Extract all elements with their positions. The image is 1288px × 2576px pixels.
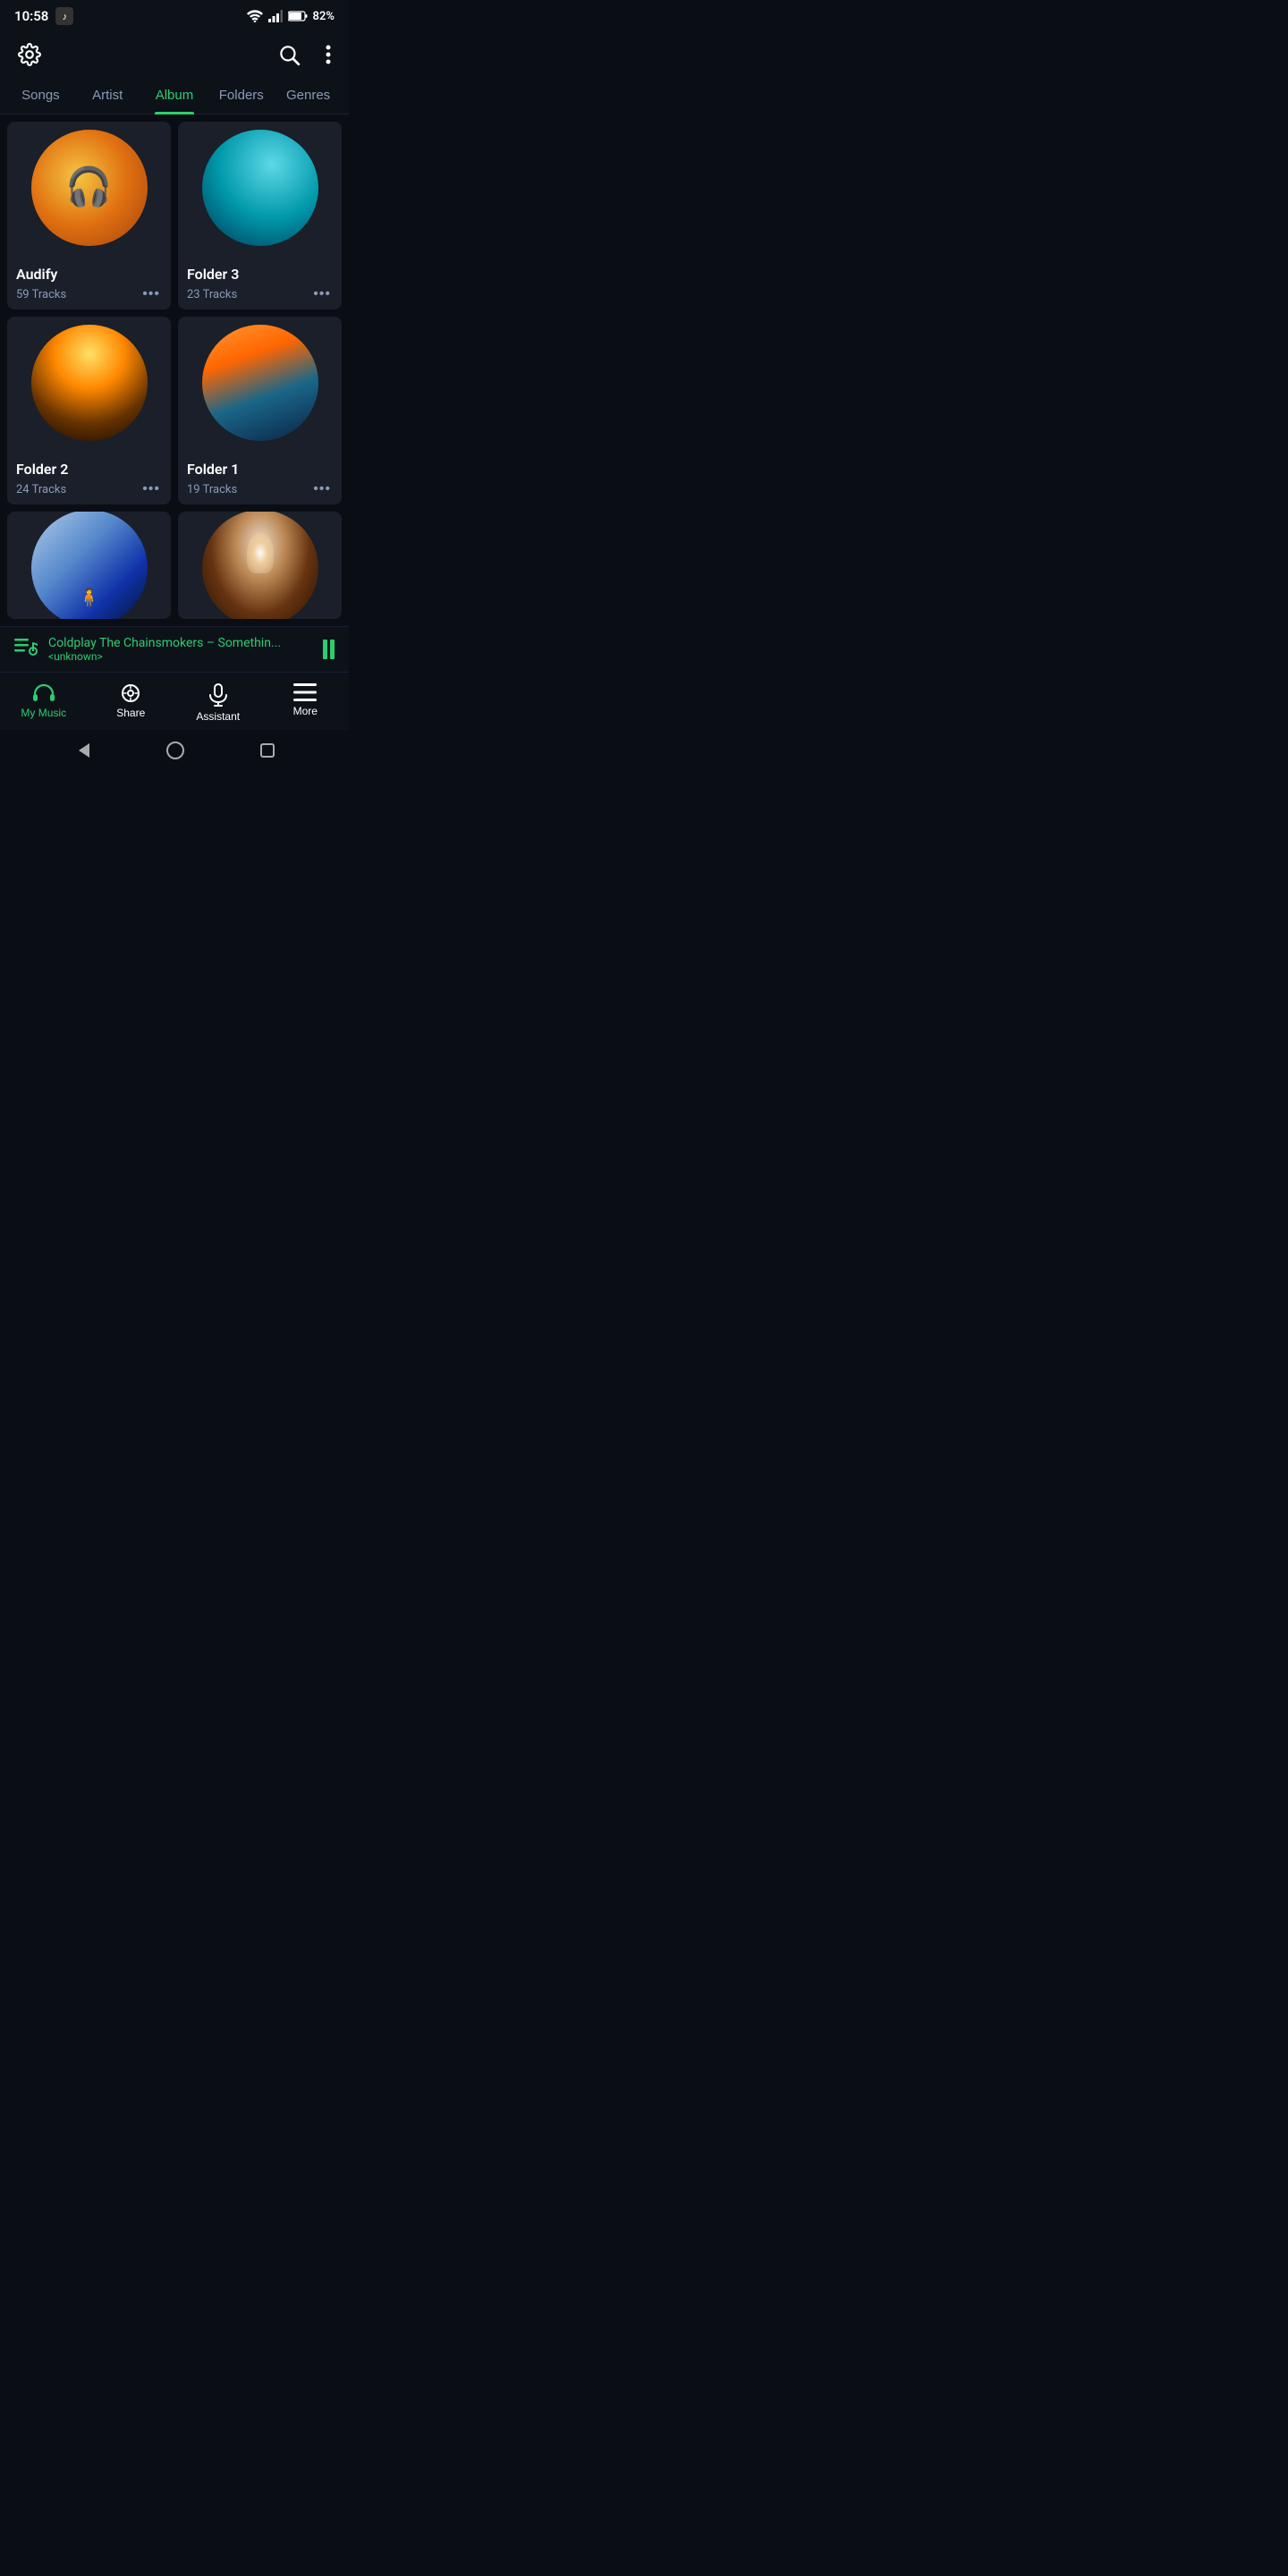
album-tracks-folder1: 19 Tracks ••• xyxy=(187,481,333,497)
tab-album[interactable]: Album xyxy=(141,77,208,114)
back-button[interactable] xyxy=(59,738,106,768)
album-circle-folder1 xyxy=(202,325,318,441)
nav-assistant-label: Assistant xyxy=(196,710,240,723)
album-art-partial1: 🧍 xyxy=(7,512,171,619)
status-icons: 82% xyxy=(247,10,335,23)
search-button[interactable] xyxy=(274,39,304,70)
album-info-folder3: Folder 3 23 Tracks ••• xyxy=(178,260,342,309)
status-bar: 10:58 ♪ 82% xyxy=(0,0,349,29)
album-art-folder3 xyxy=(178,122,342,260)
recents-button[interactable] xyxy=(245,739,290,767)
album-title-folder3: Folder 3 xyxy=(187,266,333,283)
album-info-folder1: Folder 1 19 Tracks ••• xyxy=(178,455,342,504)
playlist-icon xyxy=(14,637,38,662)
mic-icon xyxy=(208,683,228,707)
album-card-partial2[interactable] xyxy=(178,512,342,619)
now-playing-title: Coldplay The Chainsmokers – Somethin... xyxy=(48,636,312,650)
tabs-bar: Songs Artist Album Folders Genres xyxy=(0,77,349,114)
album-info-folder2: Folder 2 24 Tracks ••• xyxy=(7,455,171,504)
top-bar-right-icons xyxy=(274,39,335,70)
now-playing-controls xyxy=(323,640,335,659)
albums-grid: 🎧 Audify 59 Tracks ••• Folder 3 23 Track… xyxy=(0,114,349,626)
album-card-audify[interactable]: 🎧 Audify 59 Tracks ••• xyxy=(7,122,171,309)
album-image-audify: 🎧 xyxy=(31,130,148,246)
album-card-folder1[interactable]: Folder 1 19 Tracks ••• xyxy=(178,317,342,504)
album-art-folder2 xyxy=(7,317,171,455)
nav-share[interactable]: Share xyxy=(88,680,175,726)
status-time: 10:58 xyxy=(14,8,48,24)
album-circle-folder2 xyxy=(31,325,148,441)
home-button[interactable] xyxy=(151,737,199,769)
battery-icon xyxy=(288,11,308,21)
album-circle-partial2 xyxy=(202,512,318,619)
album-tracks-audify: 59 Tracks ••• xyxy=(16,286,162,302)
overflow-menu-button[interactable] xyxy=(322,40,335,69)
album-circle-folder3 xyxy=(202,130,318,246)
now-playing-artist: <unknown> xyxy=(48,650,312,663)
album-image-partial1: 🧍 xyxy=(31,512,148,619)
nav-more-label: More xyxy=(293,705,318,717)
sys-nav-bar xyxy=(0,730,349,780)
share-icon xyxy=(121,683,140,703)
album-more-folder2[interactable]: ••• xyxy=(140,481,162,497)
wifi-icon xyxy=(247,10,263,22)
nav-share-label: Share xyxy=(116,707,145,719)
album-more-audify[interactable]: ••• xyxy=(140,286,162,302)
menu-icon xyxy=(293,683,317,701)
now-playing-bar[interactable]: Coldplay The Chainsmokers – Somethin... … xyxy=(0,626,349,672)
album-circle-audify: 🎧 xyxy=(31,130,148,246)
album-art-partial2 xyxy=(178,512,342,619)
album-image-folder1 xyxy=(202,325,318,441)
album-title-folder2: Folder 2 xyxy=(16,461,162,478)
album-more-folder3[interactable]: ••• xyxy=(311,286,333,302)
album-tracks-folder3: 23 Tracks ••• xyxy=(187,286,333,302)
album-art-folder1 xyxy=(178,317,342,455)
pause-button[interactable] xyxy=(323,640,335,659)
headphones-icon xyxy=(32,683,55,703)
tab-artist[interactable]: Artist xyxy=(74,77,141,114)
tab-folders[interactable]: Folders xyxy=(208,77,275,114)
album-image-folder2 xyxy=(31,325,148,441)
album-image-partial2 xyxy=(202,512,318,619)
battery-percent: 82% xyxy=(313,10,335,23)
album-card-partial1[interactable]: 🧍 xyxy=(7,512,171,619)
settings-button[interactable] xyxy=(14,39,45,70)
now-playing-info: Coldplay The Chainsmokers – Somethin... … xyxy=(48,636,312,663)
album-image-folder3 xyxy=(202,130,318,246)
album-card-folder2[interactable]: Folder 2 24 Tracks ••• xyxy=(7,317,171,504)
music-note-icon: ♪ xyxy=(55,7,73,25)
album-card-folder3[interactable]: Folder 3 23 Tracks ••• xyxy=(178,122,342,309)
signal-icon xyxy=(268,10,283,22)
album-title-audify: Audify xyxy=(16,266,162,283)
album-art-audify: 🎧 xyxy=(7,122,171,260)
nav-my-music[interactable]: My Music xyxy=(0,680,88,726)
album-circle-partial1: 🧍 xyxy=(31,512,148,619)
album-title-folder1: Folder 1 xyxy=(187,461,333,478)
tab-songs[interactable]: Songs xyxy=(7,77,74,114)
tab-genres[interactable]: Genres xyxy=(275,77,342,114)
nav-my-music-label: My Music xyxy=(21,707,66,719)
album-info-audify: Audify 59 Tracks ••• xyxy=(7,260,171,309)
album-more-folder1[interactable]: ••• xyxy=(311,481,333,497)
nav-more[interactable]: More xyxy=(262,680,350,726)
bottom-nav: My Music Share Assistant More xyxy=(0,672,349,730)
top-bar xyxy=(0,29,349,77)
nav-assistant[interactable]: Assistant xyxy=(174,680,262,726)
album-tracks-folder2: 24 Tracks ••• xyxy=(16,481,162,497)
